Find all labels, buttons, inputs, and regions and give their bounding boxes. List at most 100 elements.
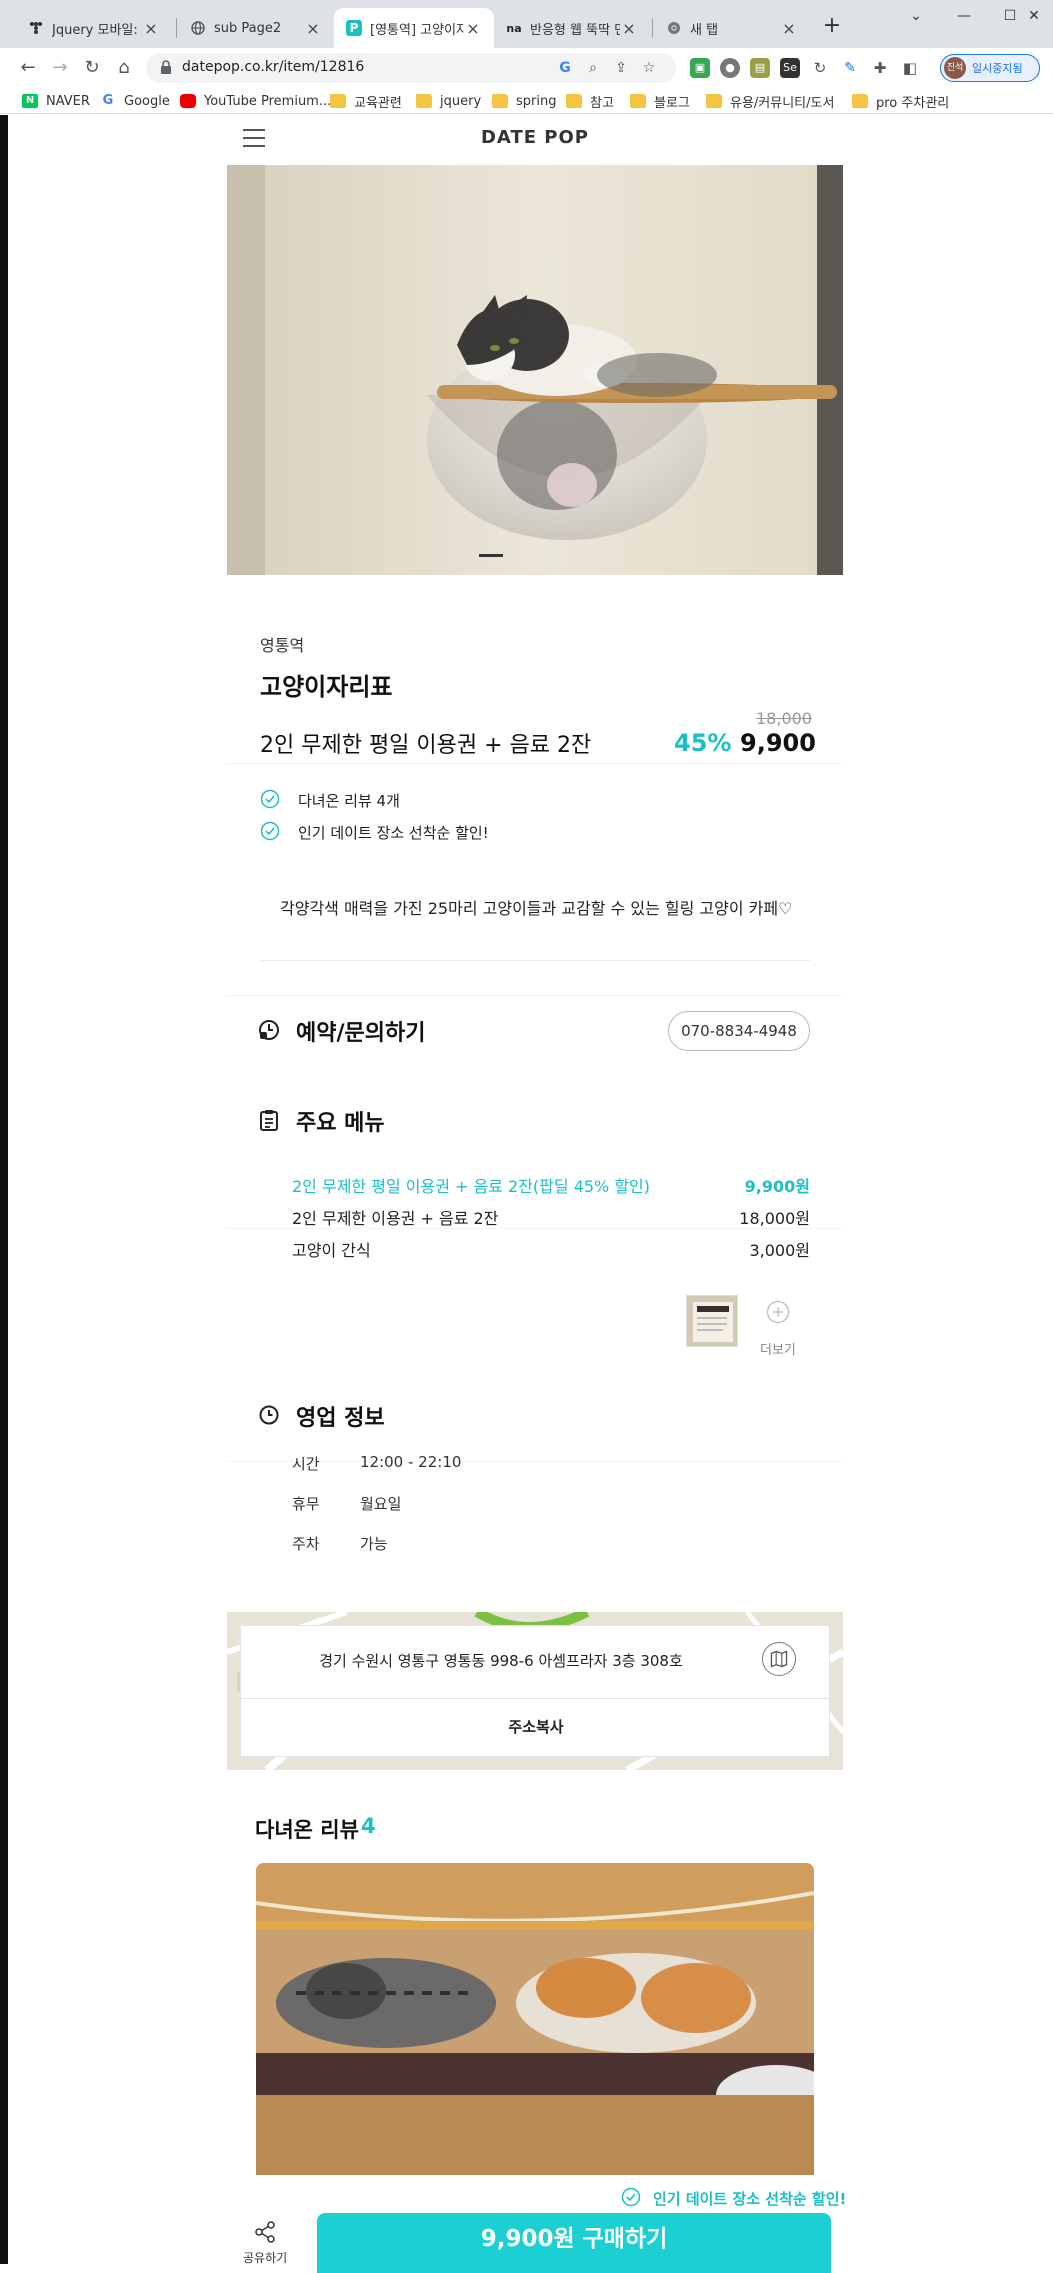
bookmark-item[interactable]: N NAVER: [22, 91, 90, 111]
divider: [227, 1228, 843, 1229]
buy-button[interactable]: 9,900원 구매하기: [317, 2213, 831, 2273]
bookmarks-bar: N NAVER G Google YouTube Premium... 교육관련…: [0, 88, 1053, 114]
perk-reviews: 다녀온 리뷰 4개: [298, 792, 400, 810]
reload-icon[interactable]: ↻: [80, 56, 104, 80]
datepop-icon: P: [346, 20, 362, 36]
share-icon[interactable]: ⇪: [612, 59, 630, 77]
bookmark-label: 참고: [590, 95, 614, 111]
hero-image[interactable]: [227, 165, 843, 575]
plus-circle-icon[interactable]: [766, 1300, 790, 1324]
check-circle-icon: [621, 2187, 641, 2207]
bookmark-item[interactable]: 교육관련: [330, 91, 402, 111]
close-icon[interactable]: ×: [620, 19, 638, 38]
profile-status: 일시중지됨: [972, 62, 1023, 75]
bookmark-item[interactable]: 블로그: [630, 91, 690, 111]
extension-icon[interactable]: ✎: [840, 58, 860, 78]
chrome-icon: [666, 20, 682, 36]
divider: [227, 995, 843, 996]
tab-title: 새 탭: [690, 22, 719, 38]
menu-item-name: 2인 무제한 이용권 + 음료 2잔: [292, 1209, 499, 1228]
hours-title: 영업 정보: [296, 1406, 385, 1431]
folder-icon: [416, 94, 432, 108]
bookmark-label: pro 주차관리: [876, 95, 950, 111]
side-panel-icon[interactable]: ◧: [900, 58, 920, 78]
google-lens-icon[interactable]: G: [556, 59, 574, 77]
minimize-icon[interactable]: —: [944, 4, 984, 28]
close-icon[interactable]: ×: [304, 19, 322, 38]
bookmark-item[interactable]: 참고: [566, 91, 614, 111]
bookmark-item[interactable]: pro 주차관리: [852, 91, 949, 111]
puzzle-icon[interactable]: ✚: [870, 58, 890, 78]
lock-icon: [161, 60, 171, 74]
phone-clock-icon: [259, 1020, 279, 1040]
menu-item-name: 2인 무제한 평일 이용권 + 음료 2잔(팝딜 45% 할인): [292, 1177, 651, 1196]
tab-title: 반응형 웹 뚝딱 민: [530, 22, 620, 38]
extension-icon[interactable]: ▣: [690, 58, 710, 78]
forward-icon[interactable]: →: [48, 56, 72, 80]
bookmark-item[interactable]: YouTube Premium...: [180, 91, 331, 111]
tab-search-icon[interactable]: ⌄: [896, 4, 936, 28]
divider: [260, 960, 810, 961]
station-label: 영통역: [260, 636, 305, 655]
extension-icon[interactable]: Se: [780, 58, 800, 78]
reservation-title: 예약/문의하기: [296, 1021, 426, 1046]
bookmark-item[interactable]: spring: [492, 91, 556, 111]
globe-icon: [190, 20, 206, 36]
bookmark-item[interactable]: jquery: [416, 91, 481, 111]
cats-sleeping-image: [256, 1863, 814, 2125]
carousel-indicator[interactable]: [479, 554, 503, 557]
browser-tab[interactable]: Jquery 모바일: 첫 ×: [16, 8, 172, 48]
hours-label: 주차: [292, 1535, 320, 1553]
naver-icon: N: [22, 94, 38, 108]
map-icon[interactable]: [762, 1642, 796, 1676]
tab-separator: [176, 18, 177, 38]
bookmark-item[interactable]: G Google: [100, 91, 170, 111]
browser-tab[interactable]: na 반응형 웹 뚝딱 민 ×: [494, 8, 650, 48]
close-icon[interactable]: ×: [780, 19, 798, 38]
check-circle-icon: [260, 789, 280, 809]
browser-tab[interactable]: sub Page2 ×: [178, 8, 334, 48]
menu-item-price: 18,000원: [739, 1209, 810, 1228]
back-icon[interactable]: ←: [16, 56, 40, 80]
copy-address-button[interactable]: 주소복사: [241, 1716, 831, 1737]
discount-rate: 45%: [674, 729, 732, 757]
address-card: 경기 수원시 영통구 영통동 998-6 아셈프라자 3층 308호 주소복사: [240, 1625, 831, 1757]
tab-title: [영통역] 고양이자: [370, 22, 464, 38]
new-tab-button[interactable]: +: [818, 12, 846, 40]
extension-icon[interactable]: ▤: [750, 58, 770, 78]
divider: [227, 763, 843, 764]
bookmark-star-icon[interactable]: ☆: [640, 59, 658, 77]
browser-tab-active[interactable]: P [영통역] 고양이자 ×: [334, 8, 494, 48]
refresh-extension-icon[interactable]: ↻: [810, 58, 830, 78]
profile-button[interactable]: 진석 일시중지됨: [940, 54, 1040, 82]
menu-image-thumbnail[interactable]: [686, 1295, 738, 1347]
bookmark-label: 유용/커뮤니티/도서: [730, 95, 835, 111]
share-label[interactable]: 공유하기: [243, 2249, 287, 2266]
home-icon[interactable]: ⌂: [112, 56, 136, 80]
share-icon[interactable]: [252, 2219, 278, 2245]
folder-icon: [630, 94, 646, 108]
zoom-icon[interactable]: ⌕: [584, 59, 602, 77]
phone-button[interactable]: 070-8834-4948: [668, 1011, 810, 1051]
reviews-title: 다녀온 리뷰: [255, 1818, 359, 1842]
close-icon[interactable]: ×: [464, 19, 482, 38]
window-close-icon[interactable]: ✕: [1016, 4, 1052, 28]
more-label[interactable]: 더보기: [760, 1339, 796, 1358]
extension-icon[interactable]: ●: [720, 58, 740, 78]
sale-price: 9,900: [740, 729, 816, 757]
address-bar[interactable]: datepop.co.kr/item/12816 G ⌕ ⇪ ☆: [146, 53, 676, 83]
menu-list-icon: [260, 1110, 278, 1131]
browser-tab-bar: Jquery 모바일: 첫 × sub Page2 × P [영통역] 고양이자…: [0, 0, 1053, 48]
review-photo[interactable]: [256, 1863, 814, 2209]
site-logo[interactable]: DATE POP: [227, 127, 843, 148]
bookmark-label: 교육관련: [354, 95, 402, 111]
bottom-purchase-bar: 인기 데이트 장소 선착순 할인! 공유하기 9,900원 구매하기: [227, 2175, 846, 2273]
bookmark-label: jquery: [440, 93, 482, 109]
menu-board-image: [687, 1296, 737, 1346]
original-price: 18,000: [756, 709, 812, 728]
browser-tab[interactable]: 새 탭 ×: [654, 8, 810, 48]
tab-title: sub Page2: [214, 20, 282, 36]
bookmark-item[interactable]: 유용/커뮤니티/도서: [706, 91, 834, 111]
card-divider: [241, 1698, 831, 1699]
close-icon[interactable]: ×: [142, 19, 160, 38]
